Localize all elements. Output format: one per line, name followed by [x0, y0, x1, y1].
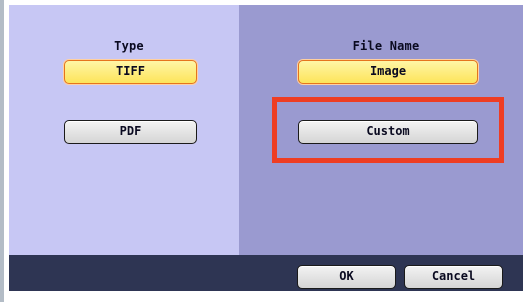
scan-settings-screen: Type TIFF PDF File Name Image Custom OK …: [0, 0, 531, 302]
action-bar: OK Cancel: [9, 255, 523, 291]
custom-callout-box: [272, 97, 504, 163]
cancel-button[interactable]: Cancel: [404, 265, 503, 289]
touch-panel: Type TIFF PDF File Name Image Custom OK …: [9, 5, 523, 291]
ok-button[interactable]: OK: [297, 265, 396, 289]
type-label: Type: [114, 39, 144, 53]
pdf-button[interactable]: PDF: [64, 120, 197, 144]
file-name-label: File Name: [352, 39, 420, 53]
tiff-button[interactable]: TIFF: [64, 60, 197, 84]
type-panel: Type TIFF PDF: [9, 5, 239, 255]
image-button[interactable]: Image: [298, 60, 478, 84]
display-bezel-right: [523, 5, 531, 291]
file-name-panel: File Name Image Custom: [239, 5, 523, 255]
